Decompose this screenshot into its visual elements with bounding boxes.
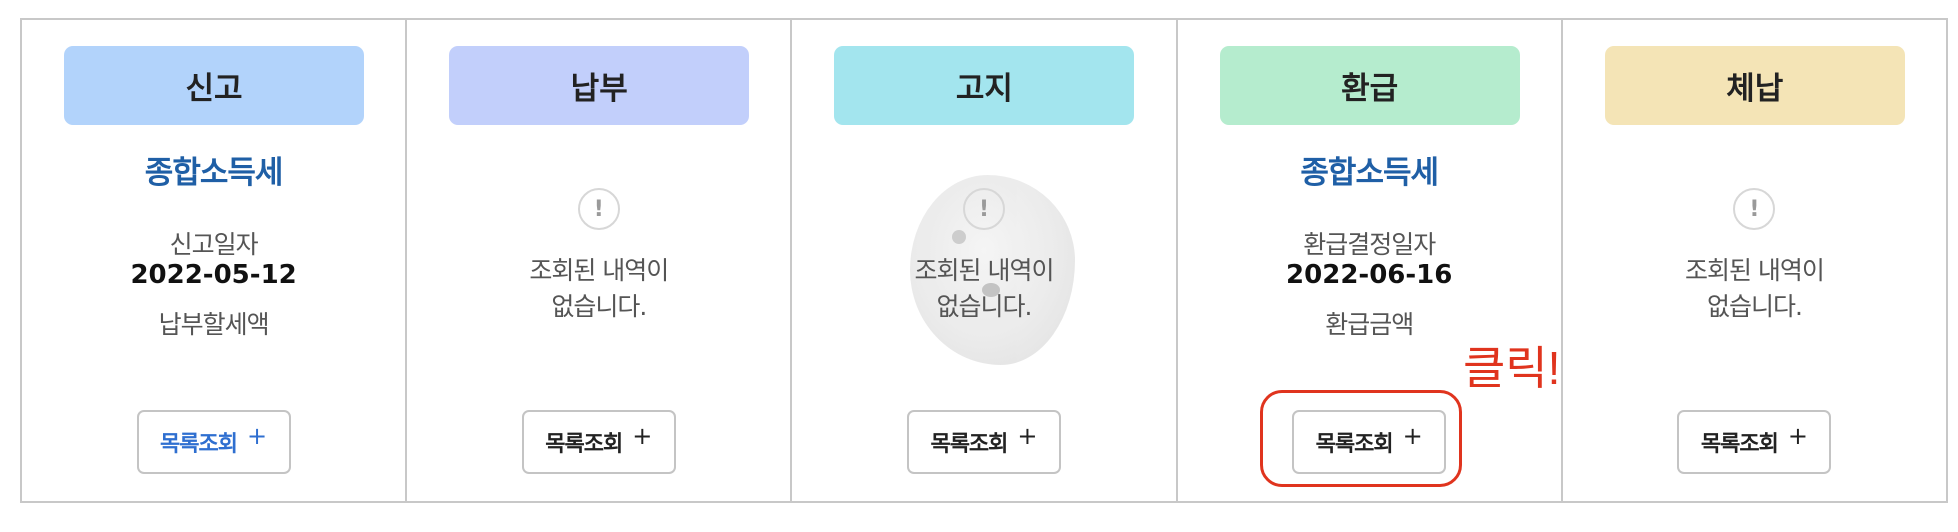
list-view-button-notice[interactable]: 목록조회 + (907, 410, 1061, 474)
empty-message: 조회된 내역이 없습니다. (407, 253, 790, 325)
empty-message-line2: 없습니다. (1706, 292, 1803, 321)
exclamation-circle-icon: ! (1733, 188, 1776, 230)
tax-name: 종합소득세 (1300, 155, 1439, 191)
plus-icon: + (247, 422, 268, 450)
list-view-button-payment[interactable]: 목록조회 + (521, 410, 676, 474)
plus-icon: + (632, 422, 653, 450)
tax-summary-panel: 신고 종합소득세 신고일자 2022-05-12 납부할세액 목록조회 + 납부… (20, 18, 1948, 503)
button-label: 목록조회 (1700, 432, 1779, 457)
empty-message-line1: 조회된 내역이 (1684, 256, 1825, 285)
button-label: 목록조회 (160, 432, 238, 457)
plus-icon: + (1787, 422, 1808, 450)
exclamation-circle-icon: ! (963, 188, 1005, 230)
amount-label: 납부할세액 (158, 310, 270, 339)
button-label: 목록조회 (930, 432, 1008, 457)
plus-icon: + (1017, 422, 1038, 450)
empty-message-line2: 없습니다. (936, 292, 1033, 321)
category-header-refund: 환급 (1219, 46, 1520, 125)
empty-message: 조회된 내역이 없습니다. (1563, 253, 1946, 325)
list-view-button-report[interactable]: 목록조회 + (136, 410, 291, 474)
column-report: 신고 종합소득세 신고일자 2022-05-12 납부할세액 목록조회 + (22, 20, 405, 501)
date-label: 환급결정일자 (1303, 230, 1436, 259)
empty-message-line1: 조회된 내역이 (914, 256, 1055, 285)
tax-name: 종합소득세 (144, 155, 284, 191)
empty-message: 조회된 내역이 없습니다. (792, 253, 1175, 325)
exclamation-circle-icon: ! (577, 188, 620, 230)
category-header-payment: 납부 (449, 46, 750, 125)
empty-message-line1: 조회된 내역이 (529, 256, 669, 285)
refund-date: 2022-06-16 (1286, 260, 1453, 290)
empty-message-line2: 없습니다. (551, 292, 647, 321)
list-view-button-arrears[interactable]: 목록조회 + (1677, 410, 1832, 474)
category-header-notice: 고지 (834, 46, 1135, 125)
button-label: 목록조회 (545, 432, 623, 457)
dog-eye (952, 230, 966, 244)
report-date: 2022-05-12 (130, 260, 297, 290)
category-header-report: 신고 (64, 46, 364, 125)
click-highlight-box (1260, 390, 1462, 487)
column-notice: 고지 ! 조회된 내역이 없습니다. 목록조회 + (790, 20, 1175, 501)
date-label: 신고일자 (169, 230, 259, 259)
column-arrears: 체납 ! 조회된 내역이 없습니다. 목록조회 + (1560, 20, 1946, 501)
click-annotation: 클릭! (1463, 342, 1561, 394)
category-header-arrears: 체납 (1604, 46, 1905, 125)
column-payment: 납부 ! 조회된 내역이 없습니다. 목록조회 + (405, 20, 790, 501)
